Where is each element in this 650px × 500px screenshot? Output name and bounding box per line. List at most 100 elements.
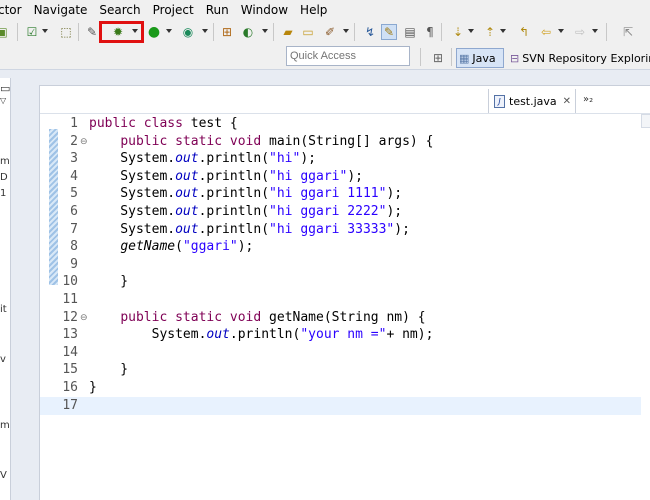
pin-editor-icon[interactable]: ⇱ xyxy=(620,24,636,40)
left-text-fragment: 1 xyxy=(0,188,7,199)
left-text-fragment: m xyxy=(0,420,10,431)
fold-collapse-icon[interactable]: ⊖ xyxy=(80,312,88,324)
code-text: System.out.println("hi"); xyxy=(89,150,316,168)
chevron-down-icon[interactable] xyxy=(262,29,268,33)
code-token: test { xyxy=(182,116,238,131)
code-line[interactable]: 13 System.out.println("your nm ="+ nm); xyxy=(40,326,650,344)
code-token: ); xyxy=(300,151,316,167)
menu-run[interactable]: Run xyxy=(200,0,235,20)
scroll-up-arrow[interactable] xyxy=(641,114,650,128)
code-token: ); xyxy=(237,239,254,255)
tab-label: test.java xyxy=(509,94,557,108)
open-folder-icon[interactable]: ▭ xyxy=(300,24,316,40)
code-line[interactable]: 6 System.out.println("hi ggari 2222"); xyxy=(40,203,650,221)
tab-overflow-button[interactable]: »₂ xyxy=(583,94,593,105)
highlight-icon[interactable]: ✎ xyxy=(381,24,397,40)
show-whitespace-icon[interactable]: ¶ xyxy=(422,24,438,40)
code-line[interactable]: 1 public class test { xyxy=(40,115,650,133)
next-annotation-icon[interactable]: ⇣ xyxy=(450,24,466,40)
chevron-down-icon[interactable]: ▽ xyxy=(0,96,6,105)
code-token: System. xyxy=(89,221,176,237)
toolbar-separator xyxy=(420,48,421,66)
open-type-icon[interactable]: ▰ xyxy=(280,24,296,40)
line-number: 3 xyxy=(70,151,78,167)
line-number: 2 xyxy=(70,133,78,149)
menu-window[interactable]: Window xyxy=(235,0,294,20)
last-edit-icon[interactable]: ↰ xyxy=(516,24,532,40)
code-keyword: public xyxy=(120,309,168,325)
code-text: } xyxy=(89,273,128,291)
code-token: getName(String nm) { xyxy=(261,309,426,325)
toggle-mark-icon[interactable]: ↯ xyxy=(362,24,378,40)
build-icon[interactable]: ⬚ xyxy=(58,24,74,40)
chevron-down-icon[interactable] xyxy=(500,29,506,33)
fold-collapse-icon[interactable]: ⊖ xyxy=(80,136,88,148)
view-menu-icon[interactable]: ▭ xyxy=(0,82,10,95)
left-text-fragment: V xyxy=(0,470,7,481)
code-keyword: static xyxy=(175,309,223,325)
code-string: "ggari" xyxy=(182,239,238,255)
code-line[interactable]: 4 System.out.println("hi ggari"); xyxy=(40,168,650,186)
code-line[interactable]: 3 System.out.println("hi"); xyxy=(40,150,650,168)
code-line[interactable]: 16} xyxy=(40,379,650,397)
new-class-icon[interactable]: ◐ xyxy=(240,24,256,40)
quick-access-input[interactable] xyxy=(286,46,410,66)
code-line[interactable]: 12 ⊖ public static void getName(String nm… xyxy=(40,309,650,327)
search-tool-icon[interactable]: ✐ xyxy=(322,24,338,40)
code-line-current[interactable]: 17 xyxy=(40,396,650,415)
chevron-down-icon[interactable] xyxy=(343,29,349,33)
run-icon[interactable]: ● xyxy=(146,24,162,40)
code-text: } xyxy=(89,379,97,397)
line-number: 7 xyxy=(70,221,78,237)
menu-refactor[interactable]: ctor xyxy=(0,0,28,20)
perspective-java-button[interactable]: ▦ Java xyxy=(456,48,504,68)
previous-annotation-icon[interactable]: ⇡ xyxy=(482,24,498,40)
close-icon[interactable]: ✕ xyxy=(563,96,571,107)
menu-navigate[interactable]: Navigate xyxy=(28,0,94,20)
menu-search[interactable]: Search xyxy=(93,0,146,20)
line-number: 13 xyxy=(62,327,78,343)
code-line[interactable]: 7 System.out.println("hi ggari 33333"); xyxy=(40,221,650,239)
code-line[interactable]: 10 } xyxy=(40,273,650,291)
menu-project[interactable]: Project xyxy=(147,0,200,20)
code-line[interactable]: 14 xyxy=(40,344,650,362)
new-java-project-icon[interactable]: ⊞ xyxy=(219,24,235,40)
chevron-down-icon[interactable] xyxy=(202,29,208,33)
code-line[interactable]: 11 xyxy=(40,291,650,309)
code-editor[interactable]: J test.java ✕ »₂ 1 public class test {2 ⊖ … xyxy=(39,85,650,500)
chevron-down-icon[interactable] xyxy=(42,29,48,33)
open-perspective-icon[interactable]: ⊞ xyxy=(430,50,446,66)
code-line[interactable]: 9 xyxy=(40,256,650,274)
chevron-down-icon[interactable] xyxy=(166,29,172,33)
chevron-down-icon[interactable] xyxy=(592,29,598,33)
skip-breakpoints-icon[interactable]: ✎ xyxy=(84,24,100,40)
chevron-down-icon[interactable] xyxy=(558,29,564,33)
external-tools-icon[interactable]: ◉ xyxy=(180,24,196,40)
perspective-svn-button[interactable]: ⊟ SVN Repository Exploring xyxy=(508,48,650,68)
code-token: System. xyxy=(89,327,207,343)
code-string: "hi ggari" xyxy=(269,168,348,184)
code-line[interactable]: 2 ⊖ public static void main(String[] args… xyxy=(40,133,650,151)
code-text: System.out.println("hi ggari 33333"); xyxy=(89,221,410,239)
line-number: 10 xyxy=(62,274,78,290)
tab-test-java[interactable]: J test.java ✕ xyxy=(488,89,576,113)
block-selection-icon[interactable]: ▤ xyxy=(402,24,418,40)
forward-icon[interactable]: ⇨ xyxy=(572,24,588,40)
menu-help[interactable]: Help xyxy=(294,0,333,20)
code-token: ); xyxy=(394,221,410,237)
code-line[interactable]: 8 getName("ggari"); xyxy=(40,238,650,256)
left-text-fragment: m xyxy=(0,156,10,167)
code-token: ); xyxy=(386,186,403,202)
vertical-scrollbar[interactable] xyxy=(641,114,650,500)
back-icon[interactable]: ⇦ xyxy=(538,24,554,40)
checkbox-icon[interactable]: ☑ xyxy=(24,24,40,40)
chevron-down-icon[interactable] xyxy=(468,29,474,33)
code-token: + nm); xyxy=(386,327,434,343)
save-all-icon[interactable]: ▣ xyxy=(0,24,10,40)
code-line[interactable]: 5 System.out.println("hi ggari 1111"); xyxy=(40,185,650,203)
code-line[interactable]: 15 } xyxy=(40,361,650,379)
code-field: out xyxy=(175,186,199,202)
code-text: System.out.println("hi ggari 1111"); xyxy=(89,185,402,203)
